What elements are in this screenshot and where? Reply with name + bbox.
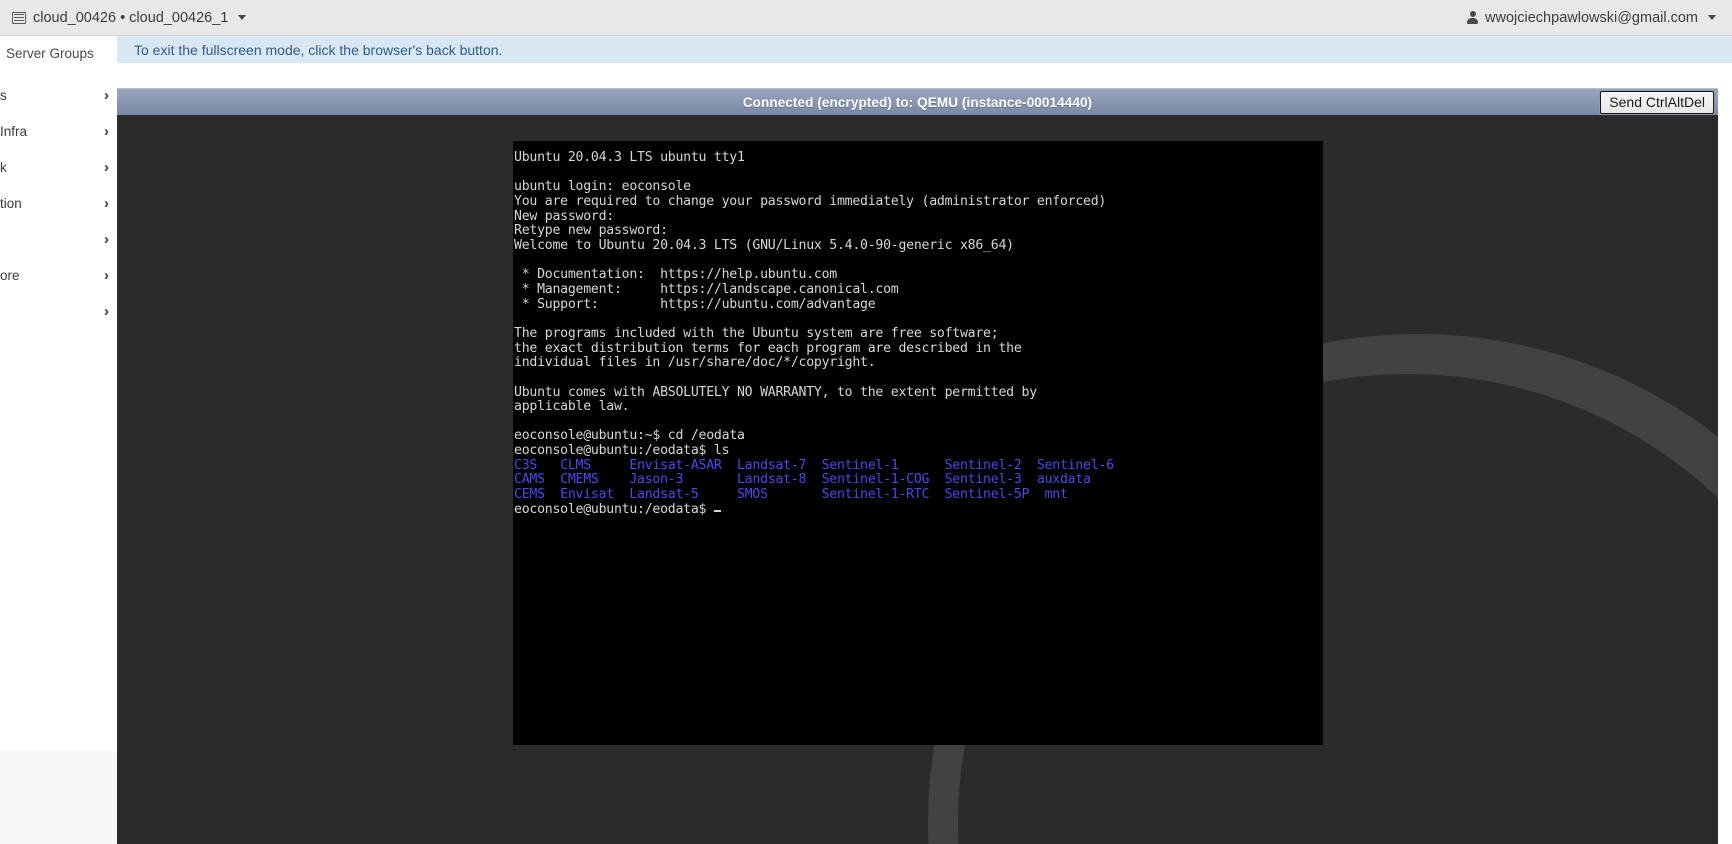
fullscreen-notice-banner: To exit the fullscreen mode, click the b… [117,36,1732,63]
send-ctrl-alt-del-button[interactable]: Send CtrlAltDel [1600,91,1714,114]
terminal-directory-listing: C3S CLMS Envisat-ASAR Landsat-7 Sentinel… [514,457,1114,503]
sidebar-item-0[interactable]: s › [0,82,117,108]
sidebar-item-2[interactable]: k › [0,154,117,180]
sidebar-footer-region [0,751,117,844]
sidebar-item-label: s [0,87,7,103]
terminal-cursor [713,509,721,512]
sidebar-item-label: Infra [0,123,28,139]
sidebar-item-1[interactable]: Infra › [0,118,117,144]
vnc-status-bar: Connected (encrypted) to: QEMU (instance… [117,88,1718,115]
terminal-prompt: eoconsole@ubuntu:/eodata$ [514,501,714,517]
grid-icon [12,11,26,24]
top-header-bar: cloud_00426 • cloud_00426_1 wwojciechpaw… [0,0,1732,36]
chevron-down-icon [1708,15,1716,20]
tty-terminal[interactable]: Ubuntu 20.04.3 LTS ubuntu tty1 ubuntu lo… [513,141,1323,745]
sidebar-item-6[interactable]: › [0,298,117,324]
user-menu[interactable]: wwojciechpawlowski@gmail.com [1457,0,1732,35]
chevron-right-icon: › [104,194,109,212]
terminal-output: Ubuntu 20.04.3 LTS ubuntu tty1 ubuntu lo… [513,150,1323,517]
chevron-right-icon: › [104,86,109,104]
sidebar-item-label: k [0,159,7,175]
vnc-remote-desktop[interactable]: Ubuntu 20.04.3 LTS ubuntu tty1 ubuntu lo… [117,115,1718,844]
sidebar-item-4[interactable]: › [0,226,117,252]
project-switcher[interactable]: cloud_00426 • cloud_00426_1 [0,0,256,35]
sidebar-heading-server-groups: Server Groups [6,46,94,61]
chevron-right-icon: › [104,230,109,248]
project-label: cloud_00426 • cloud_00426_1 [33,9,229,26]
user-email-label: wwojciechpawlowski@gmail.com [1485,9,1698,26]
chevron-right-icon: › [104,302,109,320]
sidebar-item-label: tion [0,195,22,211]
chevron-down-icon [238,15,247,20]
sidebar-item-3[interactable]: tion › [0,190,117,216]
terminal-boot-text: Ubuntu 20.04.3 LTS ubuntu tty1 ubuntu lo… [514,150,1107,459]
chevron-right-icon: › [104,266,109,284]
sidebar-item-5[interactable]: ore › [0,262,117,288]
left-sidebar: Server Groups s › Infra › k › tion › › o… [0,36,117,751]
fullscreen-notice-text: To exit the fullscreen mode, click the b… [134,41,503,58]
vnc-connection-status: Connected (encrypted) to: QEMU (instance… [742,94,1093,110]
sidebar-item-label: ore [0,267,20,283]
chevron-right-icon: › [104,158,109,176]
vnc-console: Connected (encrypted) to: QEMU (instance… [117,88,1718,844]
user-icon [1467,11,1479,24]
chevron-right-icon: › [104,122,109,140]
